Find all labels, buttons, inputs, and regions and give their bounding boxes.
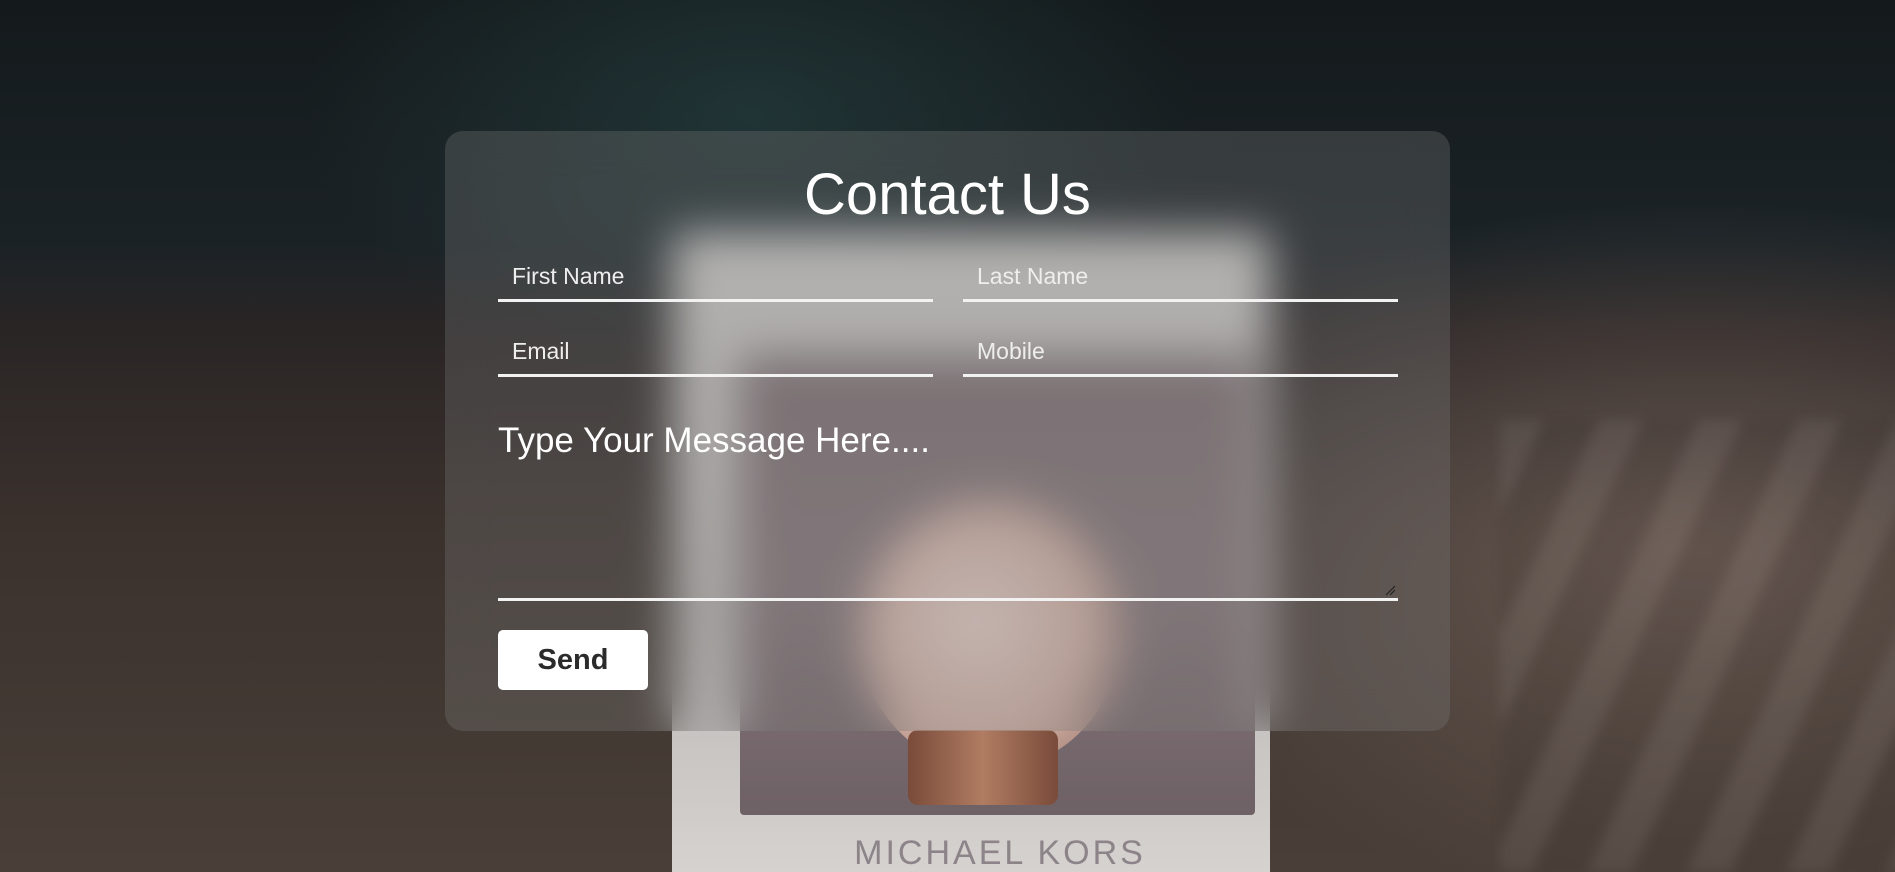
watch-box-brand-text: MICHAEL KORS	[854, 834, 1146, 872]
mobile-field	[963, 329, 1398, 377]
background-light-stripes	[1500, 420, 1895, 872]
mobile-input[interactable]	[963, 329, 1398, 374]
message-textarea[interactable]	[498, 411, 1398, 598]
contact-form-card: Contact Us Send	[445, 131, 1450, 731]
form-title: Contact Us	[804, 162, 1091, 227]
email-input[interactable]	[498, 329, 933, 374]
last-name-field	[963, 254, 1398, 302]
last-name-input[interactable]	[963, 254, 1398, 299]
first-name-input[interactable]	[498, 254, 933, 299]
send-button[interactable]: Send	[498, 630, 648, 690]
resize-handle-icon[interactable]	[1384, 584, 1396, 596]
email-field	[498, 329, 933, 377]
message-field	[498, 411, 1398, 601]
watch-band	[908, 730, 1058, 805]
first-name-field	[498, 254, 933, 302]
